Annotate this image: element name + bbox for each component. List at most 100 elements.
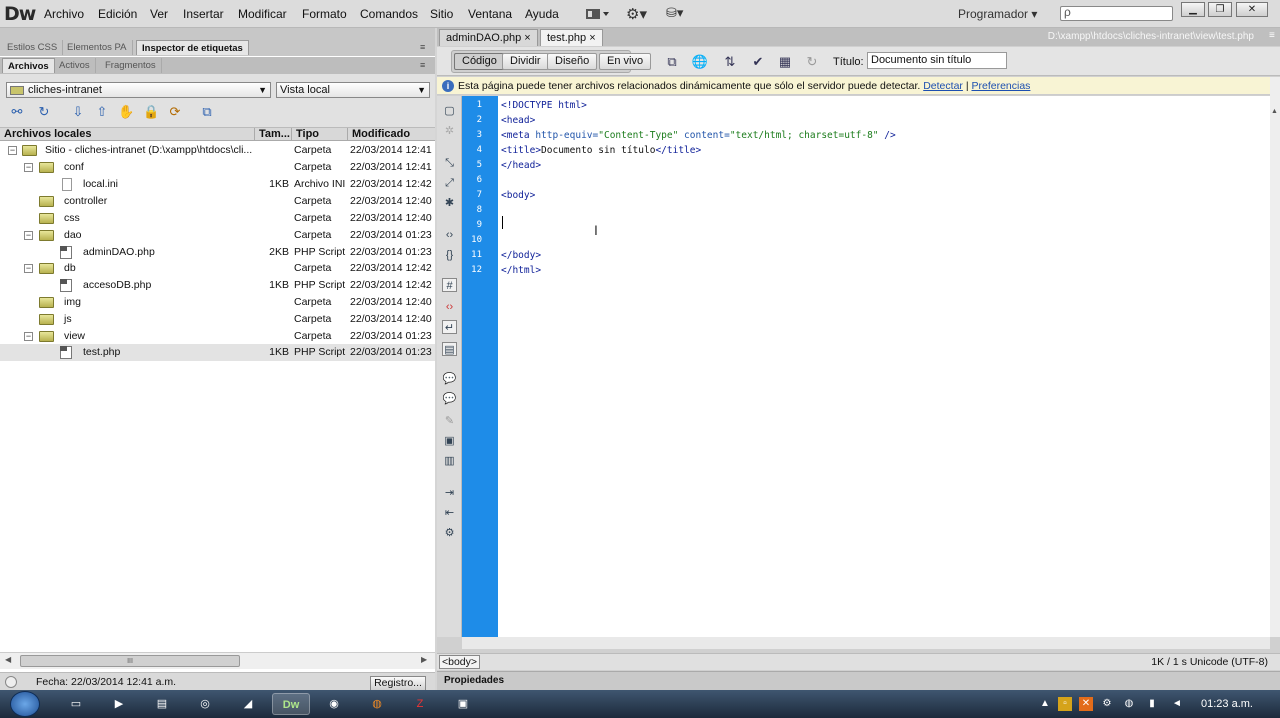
check-browser-icon[interactable]: ✔ (749, 54, 767, 70)
app-icon[interactable]: ◢ (229, 693, 267, 715)
tab-estilos-css[interactable]: Estilos CSS (2, 40, 64, 55)
properties-panel-header[interactable]: Propiedades (437, 671, 1280, 690)
file-row-controller[interactable]: controller Carpeta 22/03/2014 12:40 (0, 193, 435, 210)
col-tamano[interactable]: Tam... (255, 128, 292, 141)
log-button[interactable]: Registro... (370, 676, 426, 691)
collapse-toggle-icon[interactable]: − (24, 332, 33, 341)
file-row-local-ini[interactable]: local.ini 1KB Archivo INI 22/03/2014 12:… (0, 176, 435, 193)
file-row-db[interactable]: − db Carpeta 22/03/2014 12:42 (0, 260, 435, 277)
collapse-tag-icon[interactable]: ⤡ (442, 156, 457, 170)
format-source-icon[interactable]: ⚙ (442, 526, 457, 540)
collapse-toggle-icon[interactable]: − (24, 163, 33, 172)
document-title-input[interactable]: Documento sin título (867, 52, 1007, 69)
collapse-selection-icon[interactable]: ⤢ (442, 176, 457, 190)
help-search-input[interactable]: ρ (1060, 5, 1173, 21)
move-css-icon[interactable]: ▥ (442, 454, 457, 468)
menu-formato[interactable]: Formato (302, 7, 347, 21)
panel-menu-icon[interactable]: ≡ (420, 42, 425, 52)
tab-fragmentos[interactable]: Fragmentos (100, 58, 162, 73)
file-row-js[interactable]: js Carpeta 22/03/2014 12:40 (0, 311, 435, 328)
file-row-dao[interactable]: − dao Carpeta 22/03/2014 01:23 (0, 227, 435, 244)
balance-braces-icon[interactable]: {} (442, 248, 457, 262)
menu-sitio[interactable]: Sitio (430, 7, 453, 21)
scroll-thumb[interactable]: III (20, 655, 240, 667)
menu-modificar[interactable]: Modificar (238, 7, 287, 21)
panel-menu-icon[interactable]: ≡ (420, 60, 425, 70)
scroll-right-icon[interactable]: ▶ (421, 655, 427, 664)
editor-horizontal-scrollbar[interactable] (462, 637, 1270, 649)
scroll-left-icon[interactable]: ◀ (5, 655, 11, 664)
split-view-button[interactable]: Dividir (502, 53, 549, 70)
layout-switcher-icon[interactable] (585, 7, 609, 21)
restore-button[interactable]: ❐ (1208, 2, 1232, 17)
tab-test-php[interactable]: test.php × (540, 29, 603, 46)
apply-comment-icon[interactable]: 💬 (442, 372, 457, 386)
select-parent-tag-icon[interactable]: ‹› (442, 228, 457, 242)
put-files-icon[interactable]: ⇧ (94, 104, 110, 120)
code-editor[interactable]: <!DOCTYPE html> <head> <meta http-equiv=… (498, 96, 1270, 637)
expand-panel-icon[interactable]: ⧉ (199, 104, 215, 120)
code-view-button[interactable]: Código (454, 53, 505, 70)
show-code-navigator-icon[interactable]: ✲ (442, 124, 457, 138)
start-button[interactable] (10, 691, 40, 717)
col-modificado[interactable]: Modificado (348, 128, 435, 141)
menu-ventana[interactable]: Ventana (468, 7, 512, 21)
file-row-admindao[interactable]: adminDAO.php 2KB PHP Script 22/03/2014 0… (0, 244, 435, 261)
close-button[interactable]: ✕ (1236, 2, 1268, 17)
menu-ver[interactable]: Ver (150, 7, 168, 21)
preferences-link[interactable]: Preferencias (971, 80, 1030, 92)
tray-expand-icon[interactable]: ▲ (1038, 697, 1052, 711)
highlight-invalid-code-icon[interactable]: ‹› (442, 300, 457, 314)
file-management-icon[interactable]: ⇅ (721, 54, 739, 70)
file-row-conf[interactable]: − conf Carpeta 22/03/2014 12:41 (0, 159, 435, 176)
clock[interactable]: 01:23 a.m. (1201, 698, 1253, 710)
app-icon[interactable]: ◎ (186, 693, 224, 715)
file-row-site[interactable]: − Sitio - cliches-intranet (D:\xampp\htd… (0, 142, 435, 159)
preview-browser-icon[interactable]: 🌐 (691, 54, 709, 70)
close-icon[interactable]: × (589, 32, 595, 44)
line-numbers-icon[interactable]: # (442, 278, 457, 292)
collapse-toggle-icon[interactable]: − (24, 231, 33, 240)
check-out-icon[interactable]: ✋ (118, 104, 134, 120)
word-wrap-icon[interactable]: ↵ (442, 320, 457, 334)
media-player-icon[interactable]: ▶ (100, 693, 138, 715)
menu-insertar[interactable]: Insertar (183, 7, 224, 21)
indent-code-icon[interactable]: ⇥ (442, 486, 457, 500)
syntax-coloring-icon[interactable]: ▤ (442, 342, 457, 356)
site-select[interactable]: cliches-intranet ▼ (6, 82, 271, 98)
firefox-icon[interactable]: ◍ (358, 693, 396, 715)
console-icon[interactable]: ▣ (444, 693, 482, 715)
remove-comment-icon[interactable]: 💬 (442, 392, 457, 406)
volume-icon[interactable]: ◄ (1170, 697, 1184, 711)
scroll-up-icon[interactable]: ▲ (1271, 108, 1278, 115)
visual-aids-icon[interactable]: ▦ (776, 54, 794, 70)
check-in-icon[interactable]: 🔒 (143, 104, 159, 120)
site-icon[interactable]: ⛁▾ (666, 5, 683, 21)
explorer-icon[interactable]: ▭ (57, 693, 95, 715)
menu-archivo[interactable]: Archivo (44, 7, 84, 21)
recent-snippets-icon[interactable]: ▣ (442, 434, 457, 448)
design-view-button[interactable]: Diseño (547, 53, 598, 70)
workspace-switcher[interactable]: Programador ▾ (958, 7, 1037, 21)
get-files-icon[interactable]: ⇩ (70, 104, 86, 120)
editor-vertical-scrollbar[interactable]: ▲ ▼ (1270, 77, 1280, 672)
tray-app-icon[interactable]: ◍ (1122, 697, 1136, 711)
network-icon[interactable]: ▮ (1145, 697, 1159, 711)
app-icon[interactable]: ▤ (143, 693, 181, 715)
collapse-toggle-icon[interactable]: − (24, 264, 33, 273)
outdent-code-icon[interactable]: ⇤ (442, 506, 457, 520)
tray-xampp-icon[interactable]: ✕ (1079, 697, 1093, 711)
file-row-view[interactable]: − view Carpeta 22/03/2014 01:23 (0, 328, 435, 345)
tray-app-icon[interactable]: ⚙ (1100, 697, 1114, 711)
chrome-icon[interactable]: ◉ (315, 693, 353, 715)
col-archivos-locales[interactable]: Archivos locales (0, 128, 255, 141)
tray-app-icon[interactable]: ▫ (1058, 697, 1072, 711)
col-tipo[interactable]: Tipo (292, 128, 348, 141)
file-row-accesodb[interactable]: accesoDB.php 1KB PHP Script 22/03/2014 1… (0, 277, 435, 294)
live-view-button[interactable]: En vivo (599, 53, 652, 70)
menu-comandos[interactable]: Comandos (360, 7, 418, 21)
tab-archivos[interactable]: Archivos (2, 58, 55, 73)
file-row-test-php[interactable]: test.php 1KB PHP Script 22/03/2014 01:23 (0, 344, 435, 361)
tab-elementos-pa[interactable]: Elementos PA (62, 40, 133, 55)
dreamweaver-taskbar-icon[interactable]: Dw (272, 693, 310, 715)
